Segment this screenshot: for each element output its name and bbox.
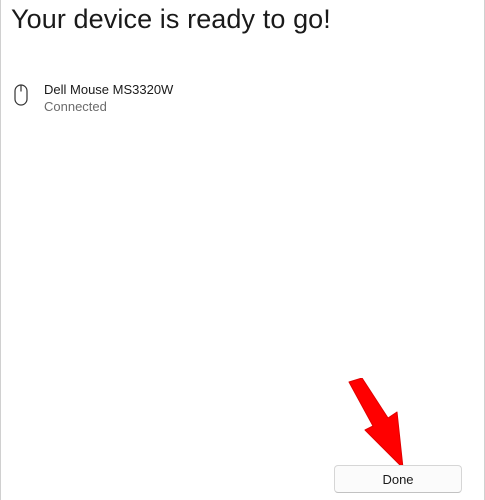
device-list-item: Dell Mouse MS3320W Connected [11,82,173,115]
red-arrow-annotation [348,378,404,469]
dialog-title: Your device is ready to go! [11,4,331,34]
device-name: Dell Mouse MS3320W [44,82,174,97]
done-button[interactable]: Done [334,465,462,493]
device-status: Connected [44,99,107,114]
bluetooth-pairing-dialog: Your device is ready to go! Dell Mouse M… [0,0,485,500]
mouse-icon [11,82,29,112]
